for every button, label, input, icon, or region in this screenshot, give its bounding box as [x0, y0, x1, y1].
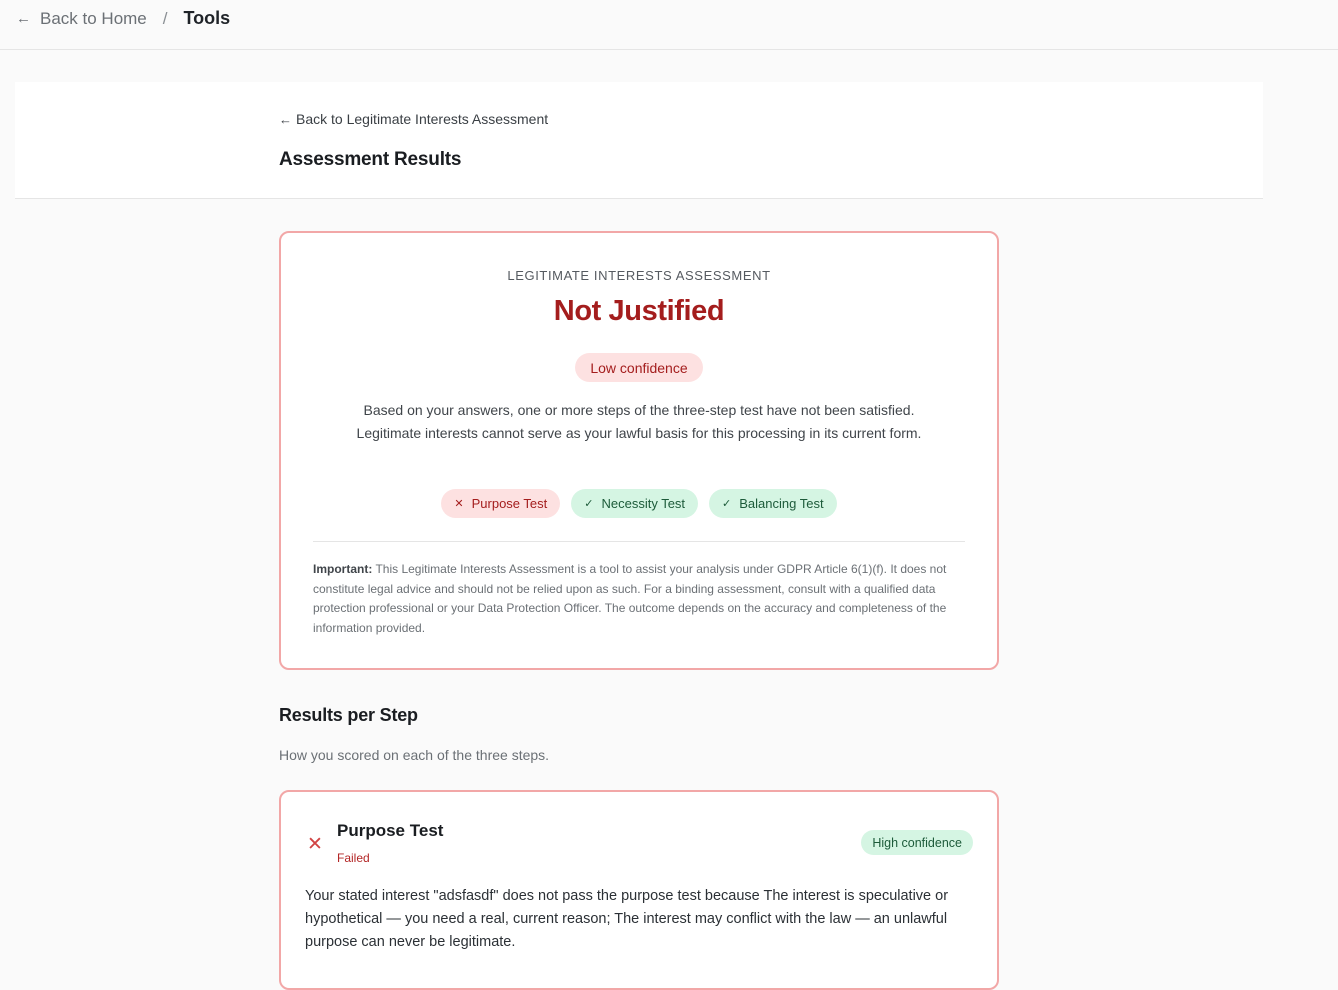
check-icon: ✓ — [584, 498, 594, 510]
page-header: ← Back to Legitimate Interests Assessmen… — [15, 82, 1263, 199]
test-status-row: ✕ Purpose Test ✓ Necessity Test ✓ Balanc… — [281, 489, 997, 518]
test-pill-purpose: ✕ Purpose Test — [441, 489, 561, 518]
back-to-assessment-link[interactable]: ← Back to Legitimate Interests Assessmen… — [279, 111, 548, 127]
result-summary: Based on your answers, one or more steps… — [356, 402, 922, 441]
step-confidence-badge: High confidence — [861, 830, 973, 855]
arrow-left-icon: ← — [279, 111, 292, 127]
test-pill-label: Purpose Test — [471, 496, 548, 511]
breadcrumb-current: Tools — [183, 8, 231, 28]
step-status: Failed — [337, 851, 370, 865]
back-to-assessment-label: Back to Legitimate Interests Assessment — [296, 111, 549, 127]
legal-disclaimer: Important: This Legitimate Interests Ass… — [313, 560, 965, 638]
test-pill-balancing: ✓ Balancing Test — [709, 489, 837, 518]
x-icon: ✕ — [454, 498, 464, 510]
page-title: Assessment Results — [279, 149, 462, 170]
back-to-home-label: Back to Home — [40, 8, 147, 28]
breadcrumb-separator: / — [162, 8, 168, 28]
back-to-home-link[interactable]: ← Back to Home — [16, 9, 147, 29]
section-subtitle: How you scored on each of the three step… — [279, 747, 550, 763]
x-icon: ✕ — [307, 834, 323, 855]
result-verdict: Not Justified — [553, 295, 725, 327]
step-title: Purpose Test — [337, 821, 444, 840]
step-card-purpose: ✕ Purpose Test Failed High confidence Yo… — [279, 790, 999, 990]
test-pill-label: Balancing Test — [739, 496, 824, 511]
divider — [313, 541, 965, 542]
confidence-badge: Low confidence — [575, 353, 703, 382]
result-eyebrow: LEGITIMATE INTERESTS ASSESSMENT — [507, 268, 771, 283]
top-breadcrumb-bar: ← Back to Home / Tools — [0, 0, 1338, 50]
disclaimer-label: Important: — [313, 562, 373, 576]
section-title: Results per Step — [279, 705, 418, 725]
check-icon: ✓ — [722, 498, 732, 510]
test-pill-label: Necessity Test — [601, 496, 686, 511]
test-pill-necessity: ✓ Necessity Test — [571, 489, 699, 518]
overall-result-card: LEGITIMATE INTERESTS ASSESSMENT Not Just… — [279, 231, 999, 670]
disclaimer-text: This Legitimate Interests Assessment is … — [313, 562, 947, 635]
arrow-left-icon: ← — [16, 10, 31, 27]
step-explanation: Your stated interest "adsfasdf" does not… — [305, 888, 949, 950]
